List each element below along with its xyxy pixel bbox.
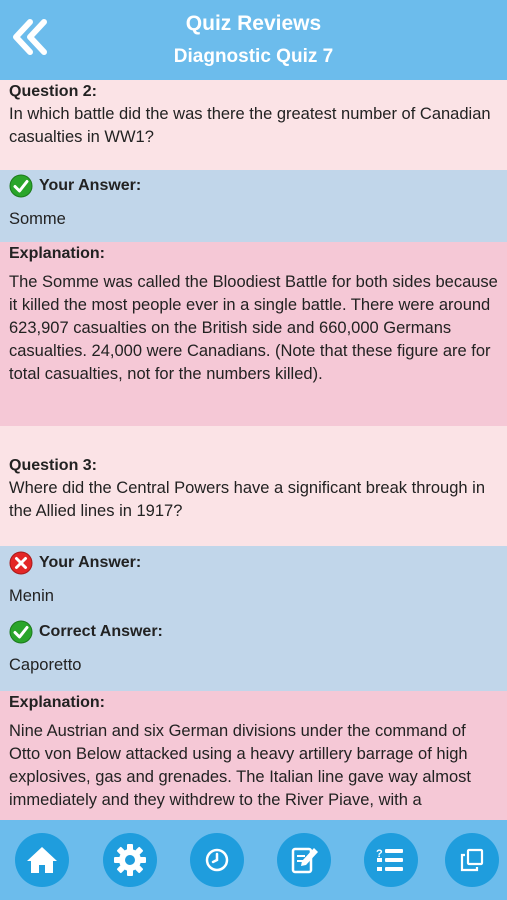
correct-check-icon	[9, 174, 33, 198]
question-text: Where did the Central Powers have a sign…	[9, 479, 486, 520]
correct-answer-value: Caporetto	[9, 656, 82, 674]
explanation-text: Nine Austrian and six German divisions u…	[9, 722, 471, 809]
question-text: In which battle did the was there the gr…	[9, 105, 491, 146]
your-answer-block: Your Answer: Somme	[0, 170, 507, 242]
settings-button[interactable]	[103, 833, 157, 887]
header-bar: Quiz Reviews Diagnostic Quiz 7	[0, 0, 507, 80]
question-label: Question 3:	[9, 457, 98, 474]
review-list[interactable]: Question 2: In which battle did the was …	[0, 80, 507, 820]
your-answer-block: Your Answer: Menin Correct Answer: Capor…	[0, 546, 507, 691]
your-answer-label: Your Answer:	[39, 177, 142, 194]
wrong-x-icon	[9, 551, 33, 575]
question-block: Question 2: In which battle did the was …	[0, 80, 507, 170]
explanation-label: Explanation:	[9, 245, 106, 262]
clock-icon	[205, 848, 229, 872]
edit-icon	[291, 847, 318, 874]
explanation-block: Explanation: The Somme was called the Bl…	[0, 242, 507, 426]
your-answer-value: Somme	[9, 210, 66, 228]
copy-icon	[460, 848, 484, 872]
your-answer-value: Menin	[9, 587, 54, 605]
page-title: Quiz Reviews	[185, 12, 322, 35]
home-icon	[27, 847, 57, 873]
question-block: Question 3: Where did the Central Powers…	[0, 426, 507, 546]
home-button[interactable]	[15, 833, 69, 887]
bottom-toolbar: ?	[0, 820, 507, 900]
explanation-text: The Somme was called the Bloodiest Battl…	[9, 273, 498, 383]
settings-icon	[114, 844, 146, 876]
quiz-list-button[interactable]: ?	[364, 833, 418, 887]
quiz-list-icon: ?	[376, 848, 403, 871]
explanation-label: Explanation:	[9, 694, 106, 711]
explanation-block: Explanation: Nine Austrian and six Germa…	[0, 691, 507, 820]
your-answer-label: Your Answer:	[39, 554, 142, 571]
page-subtitle: Diagnostic Quiz 7	[173, 46, 334, 67]
correct-check-icon	[9, 620, 33, 644]
edit-button[interactable]	[277, 833, 331, 887]
question-label: Question 2:	[9, 83, 98, 100]
correct-answer-label: Correct Answer:	[39, 623, 163, 640]
copy-button[interactable]	[445, 833, 499, 887]
history-button[interactable]	[190, 833, 244, 887]
